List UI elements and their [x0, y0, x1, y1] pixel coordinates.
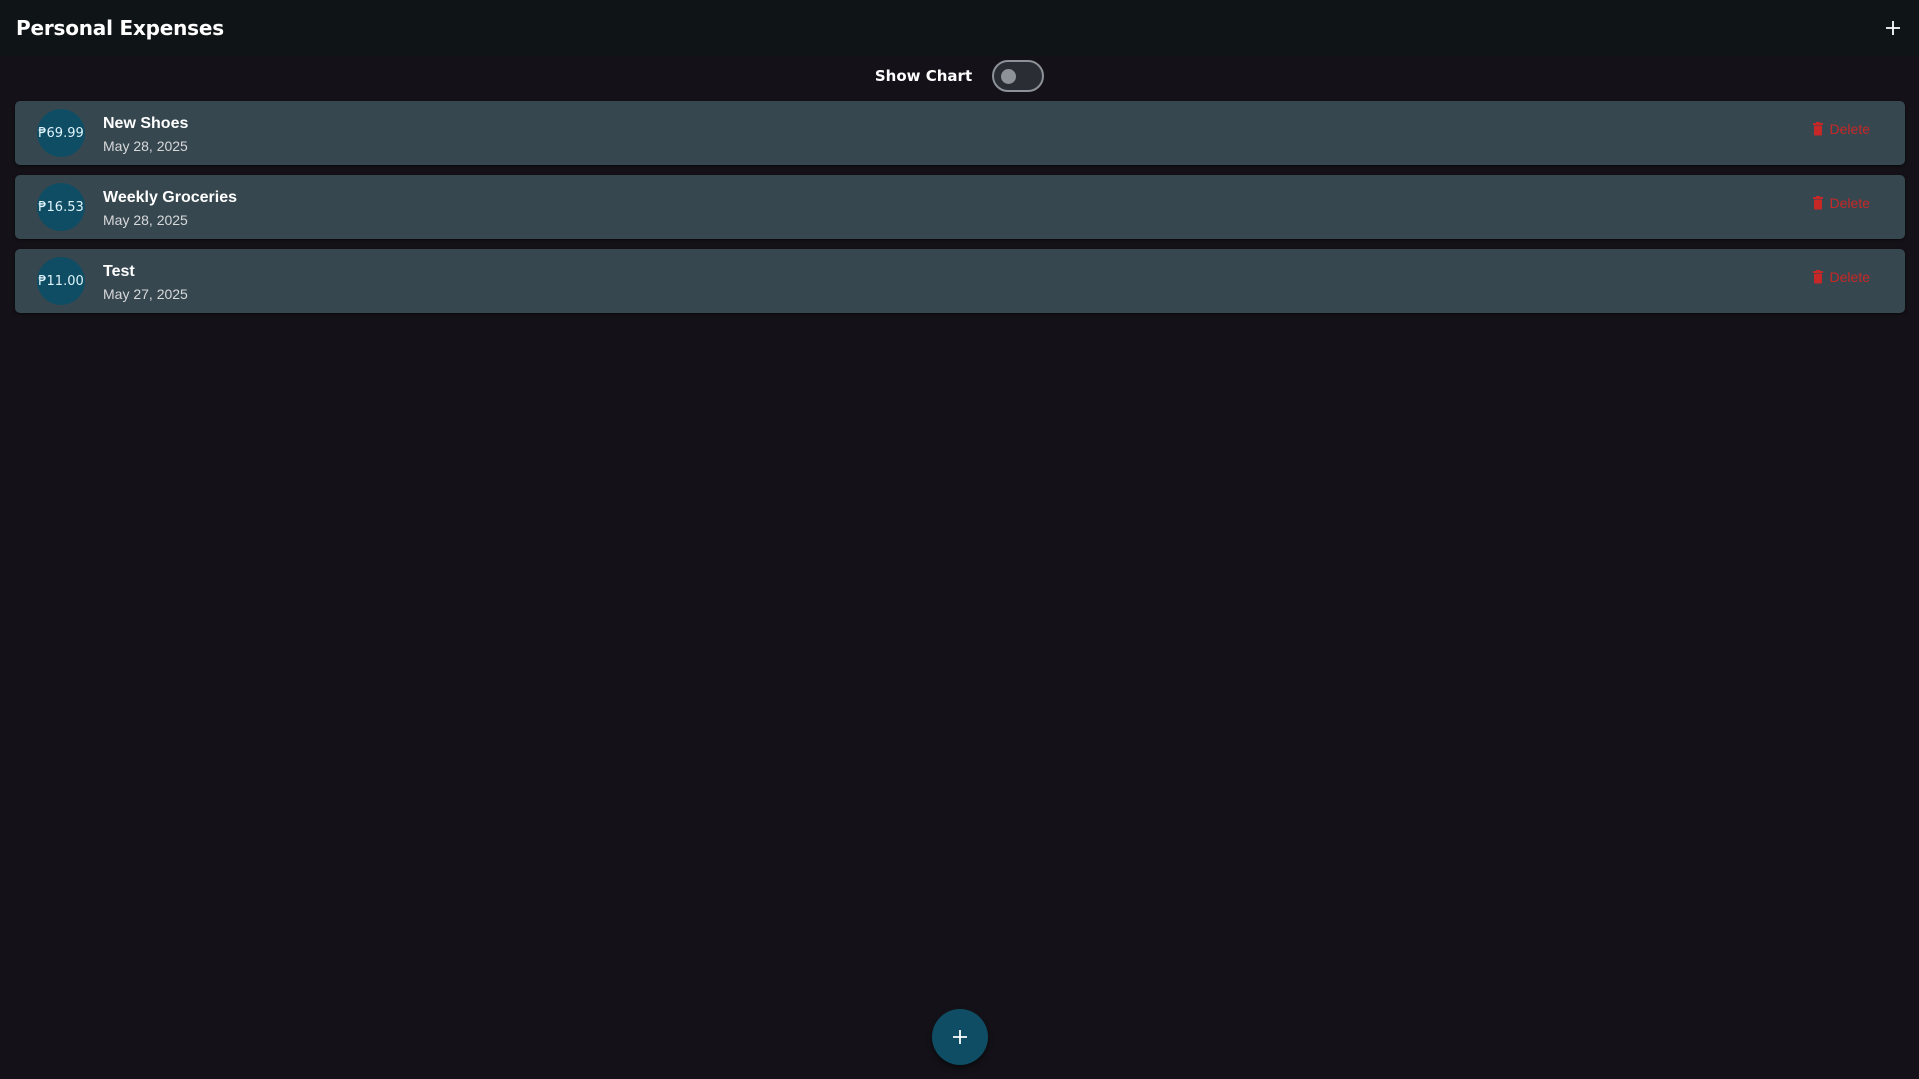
add-expense-button[interactable] — [1875, 10, 1911, 46]
list-item: ₱16.53 Weekly Groceries May 28, 2025 Del… — [15, 175, 1905, 239]
chart-toggle-row: Show Chart — [0, 56, 1919, 96]
expense-date: May 28, 2025 — [103, 212, 188, 228]
list-item: ₱11.00 Test May 27, 2025 Delete — [15, 249, 1905, 313]
amount-avatar: ₱69.99 — [37, 109, 85, 157]
amount-avatar: ₱16.53 — [37, 183, 85, 231]
add-expense-fab[interactable] — [932, 1009, 988, 1065]
expense-list: ₱69.99 New Shoes May 28, 2025 Delete ₱16… — [15, 101, 1905, 323]
delete-button[interactable]: Delete — [1812, 195, 1870, 211]
expense-title: Test — [103, 263, 135, 280]
expense-date: May 27, 2025 — [103, 286, 188, 302]
plus-icon — [953, 1030, 967, 1044]
expense-title: New Shoes — [103, 115, 189, 132]
trash-icon — [1812, 270, 1823, 284]
delete-label: Delete — [1829, 269, 1870, 285]
trash-icon — [1812, 122, 1823, 136]
delete-label: Delete — [1829, 121, 1870, 137]
expense-title: Weekly Groceries — [103, 189, 238, 206]
delete-label: Delete — [1829, 195, 1870, 211]
delete-button[interactable]: Delete — [1812, 121, 1870, 137]
list-item: ₱69.99 New Shoes May 28, 2025 Delete — [15, 101, 1905, 165]
switch-thumb — [1001, 69, 1017, 84]
expense-date: May 28, 2025 — [103, 138, 188, 154]
amount-avatar: ₱11.00 — [37, 257, 85, 305]
app-bar: Personal Expenses — [0, 0, 1919, 56]
trash-icon — [1812, 196, 1823, 210]
show-chart-switch[interactable] — [992, 60, 1045, 92]
plus-icon — [1886, 21, 1900, 35]
delete-button[interactable]: Delete — [1812, 269, 1870, 285]
show-chart-label: Show Chart — [874, 67, 973, 85]
page-title: Personal Expenses — [16, 16, 224, 40]
